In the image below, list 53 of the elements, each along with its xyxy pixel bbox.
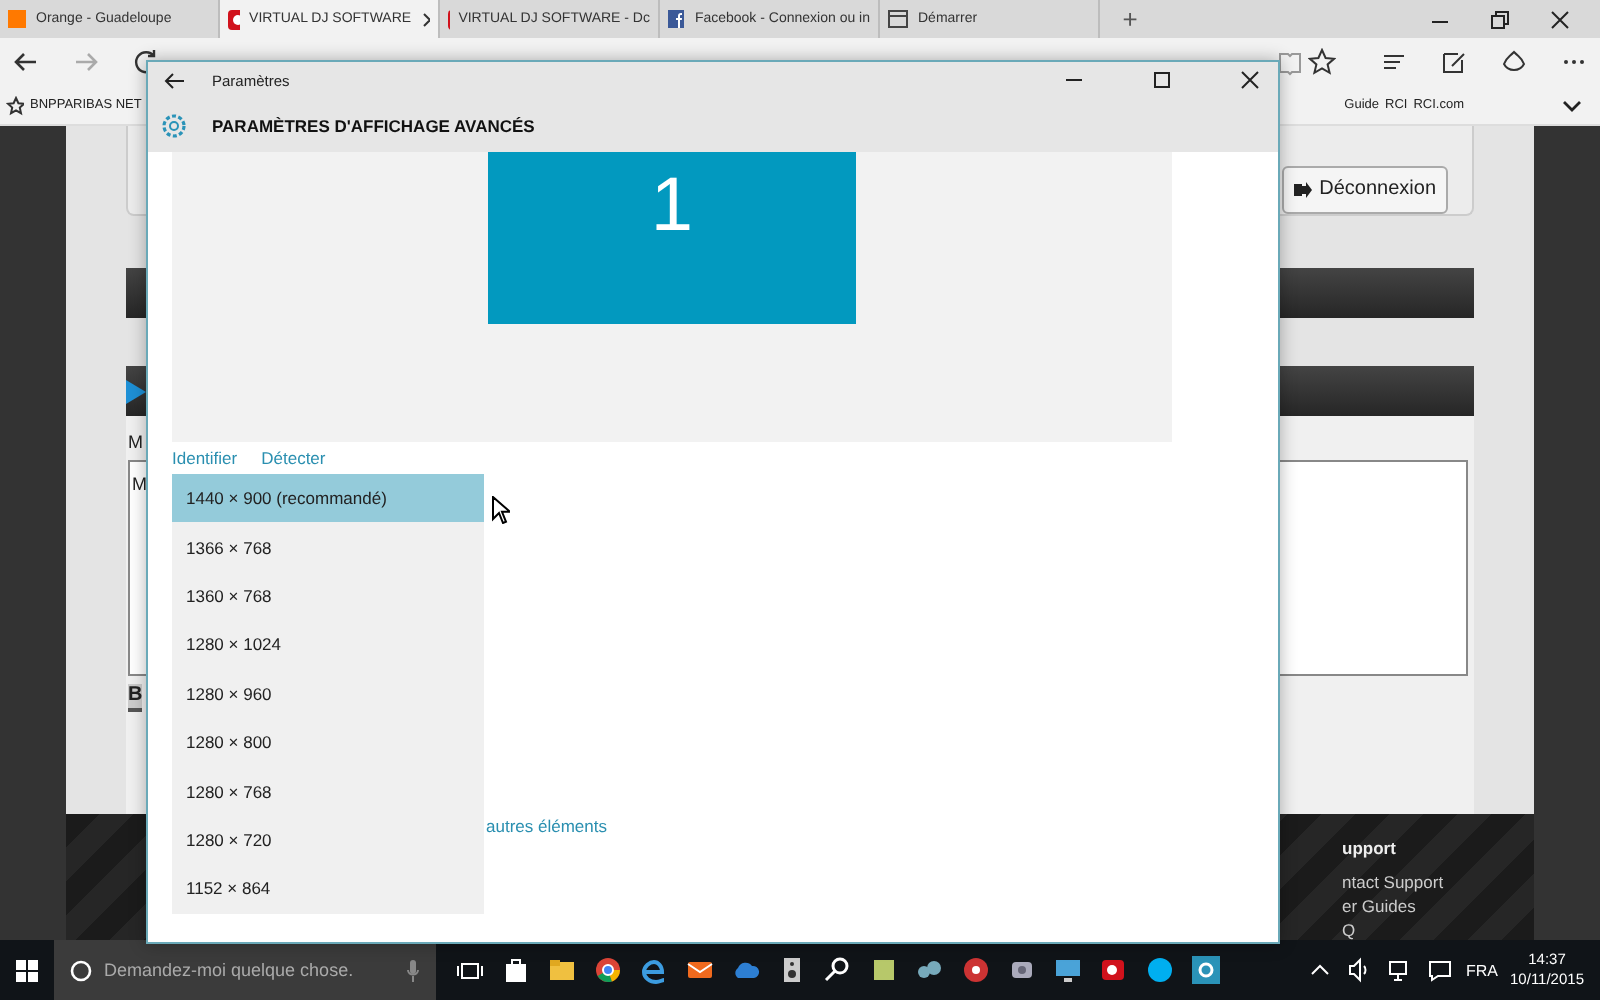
resolution-option[interactable]: 1440 × 900 (recommandé) — [172, 474, 484, 523]
mail-icon[interactable] — [686, 956, 714, 984]
chrome-icon[interactable] — [594, 956, 622, 984]
back-arrow-icon[interactable] — [12, 48, 40, 76]
link[interactable]: Détecter — [261, 448, 326, 474]
facebook-icon — [668, 10, 685, 28]
field-label: M — [128, 432, 143, 453]
page-heading: PARAMÈTRES D'AFFICHAGE AVANCÉS — [212, 115, 535, 135]
toolbar-button[interactable]: B — [128, 684, 142, 713]
monitor-number: 1 — [650, 162, 694, 252]
resolution-option[interactable]: 1360 × 768 — [172, 571, 484, 621]
resolution-option[interactable]: 1280 × 720 — [172, 815, 484, 865]
restore-icon[interactable] — [1488, 7, 1512, 31]
star-icon[interactable] — [1308, 48, 1336, 76]
footer-link[interactable]: ntact Support — [1342, 871, 1534, 892]
logout-icon — [1293, 181, 1312, 198]
link[interactable]: autres éléments — [486, 816, 607, 836]
resolution-option[interactable]: 1366 × 768 — [172, 522, 484, 572]
folder-icon[interactable] — [548, 956, 576, 984]
footer-heading: upport — [1342, 837, 1398, 858]
skype-icon[interactable] — [1146, 956, 1174, 984]
edge-icon[interactable] — [640, 956, 668, 984]
microphone-icon[interactable] — [406, 959, 420, 981]
maximize-icon[interactable] — [1150, 68, 1174, 92]
square-icon — [8, 10, 26, 28]
resolution-option[interactable]: 1280 × 800 — [172, 717, 484, 767]
speaker-icon[interactable] — [778, 956, 806, 984]
link[interactable]: Identifier — [172, 448, 238, 474]
settings-icon — [160, 111, 188, 139]
disc-icon[interactable] — [962, 956, 990, 984]
mouse-pointer-icon — [492, 496, 510, 524]
shopping-bag-icon[interactable] — [502, 956, 530, 984]
monitor-icon[interactable] — [1054, 956, 1082, 984]
page-icon — [888, 10, 908, 28]
resolution-option[interactable]: 1152 × 864 — [172, 864, 484, 914]
drive-icon[interactable] — [1008, 956, 1036, 984]
new-tab-button[interactable]: + — [1100, 0, 1160, 38]
resolution-option[interactable]: 1280 × 1024 — [172, 620, 484, 670]
notification-icon[interactable] — [1426, 956, 1455, 984]
windows-logo-icon[interactable] — [14, 957, 40, 983]
note-icon[interactable] — [1440, 48, 1468, 76]
resolution-option[interactable]: 1280 × 768 — [172, 766, 484, 816]
back-arrow-icon[interactable] — [164, 71, 184, 89]
resolution-option[interactable]: 1280 × 960 — [172, 669, 484, 718]
language-indicator[interactable]: FRA — [1466, 961, 1499, 979]
footer-link[interactable]: Q — [1342, 919, 1534, 940]
search-field[interactable]: Demandez-moi quelque chose. — [54, 940, 436, 1000]
star-icon[interactable] — [6, 95, 24, 115]
magnifier-icon[interactable] — [824, 956, 852, 984]
logout-button[interactable]: Déconnexion — [1281, 165, 1448, 214]
circle-icon — [70, 959, 92, 981]
footer-link[interactable]: er Guides — [1342, 895, 1534, 916]
share-icon[interactable] — [1500, 48, 1528, 76]
